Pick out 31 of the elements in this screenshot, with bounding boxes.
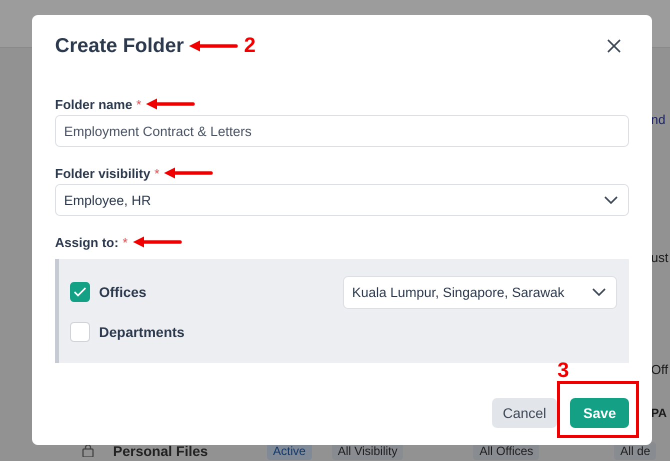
annotation-arrow [163, 167, 214, 179]
option-label: Departments [99, 324, 185, 340]
background-text: PA [651, 406, 667, 420]
annotation-arrow [188, 40, 238, 52]
lock-icon [82, 445, 94, 457]
background-text: Off [651, 362, 668, 377]
annotation-arrow [145, 98, 196, 110]
folder-name: Personal Files [113, 443, 209, 459]
annotation-number: 3 [557, 359, 569, 383]
close-icon[interactable] [607, 39, 621, 53]
visibility-dropdown[interactable]: Employee, HR [55, 184, 629, 216]
cancel-button[interactable]: Cancel [492, 398, 558, 428]
chevron-down-icon [592, 288, 606, 296]
checkbox[interactable] [70, 282, 90, 302]
field-label: Assign to: [55, 234, 119, 250]
annotation-arrow [132, 236, 182, 248]
chevron-down-icon [604, 196, 618, 204]
dialog-title: Create Folder [55, 34, 184, 58]
annotation-number: 2 [244, 34, 256, 58]
checkbox[interactable] [70, 322, 90, 342]
background-text: nd [651, 112, 666, 127]
check-icon [73, 287, 87, 297]
folder-name-field[interactable]: Employment Contract & Letters [55, 115, 629, 147]
field-label: Folder name [55, 96, 132, 112]
option-label: Offices [99, 284, 146, 300]
required-asterisk: * [136, 96, 142, 112]
offices-dropdown[interactable]: Kuala Lumpur, Singapore, Sarawak [343, 276, 617, 308]
field-label: Folder visibility [55, 166, 150, 180]
required-asterisk: * [122, 234, 128, 250]
required-asterisk: * [154, 166, 160, 180]
background-text: ust [651, 250, 668, 265]
